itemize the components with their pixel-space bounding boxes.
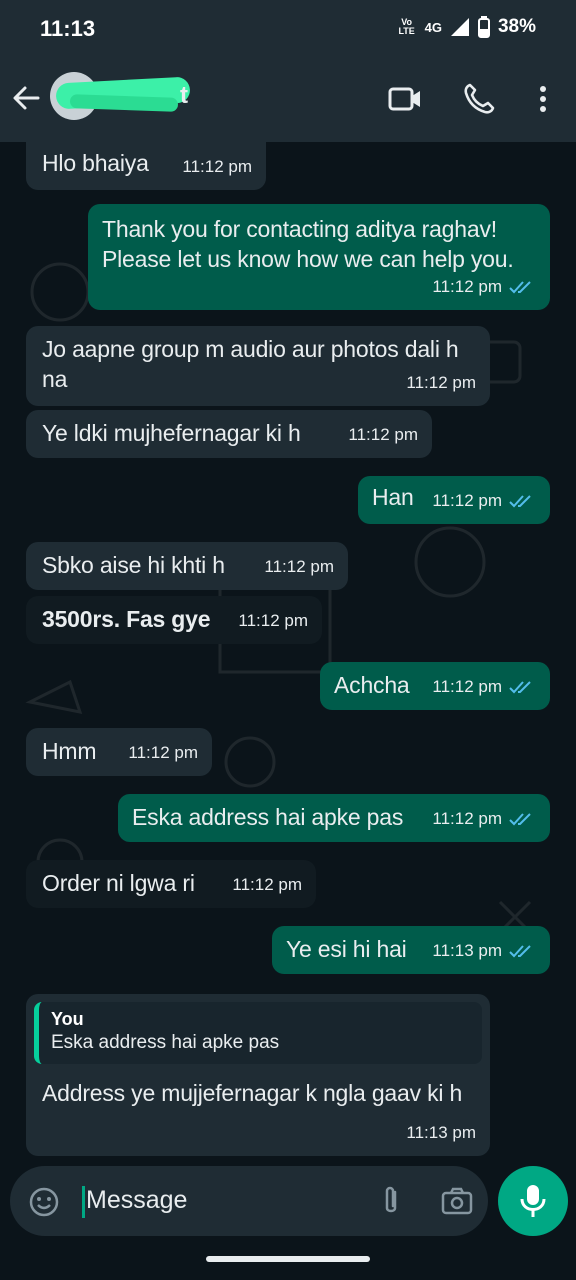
contact-name[interactable]: t (180, 82, 188, 110)
mic-icon (520, 1185, 546, 1217)
volte-indicator: Vo LTE (398, 17, 415, 36)
message-time: 11:12 pm (432, 804, 536, 834)
message-text: Address ye mujjefernagar k ngla gaav ki … (42, 1080, 463, 1106)
message-time: 11:12 pm (432, 672, 536, 702)
message-incoming[interactable]: Ye ldki mujhefernagar ki h 11:12 pm (26, 410, 432, 458)
read-receipt-icon (509, 813, 531, 826)
text-cursor (82, 1186, 85, 1218)
quoted-text: Eska address hai apke pas (51, 1032, 280, 1053)
time-label: 11:13 pm (406, 1123, 476, 1142)
time-label: 11:12 pm (432, 677, 502, 696)
read-receipt-icon (509, 281, 531, 294)
message-outgoing[interactable]: Achcha 11:12 pm (320, 662, 550, 710)
message-outgoing[interactable]: Thank you for contacting aditya raghav! … (88, 204, 550, 310)
time-label: 11:12 pm (182, 157, 252, 176)
message-time: 11:13 pm (406, 1118, 476, 1148)
message-outgoing[interactable]: Ye esi hi hai 11:13 pm (272, 926, 550, 974)
message-text: Jo aapne group m audio aur photos dali h… (42, 336, 459, 392)
message-incoming[interactable]: 3500rs. Fas gye 11:12 pm (26, 596, 322, 644)
message-incoming[interactable]: Hmm 11:12 pm (26, 728, 212, 776)
message-time: 11:12 pm (406, 368, 476, 398)
message-outgoing[interactable]: Eska address hai apke pas 11:12 pm (118, 794, 550, 842)
message-text: Han (372, 484, 414, 510)
message-list[interactable]: Hlo bhaiya 11:12 pm Thank you for contac… (0, 142, 576, 1164)
message-text: Achcha (334, 672, 410, 698)
signal-icon (450, 18, 469, 36)
reply-body: Address ye mujjefernagar k ngla gaav ki … (42, 1078, 474, 1108)
battery-level: 38% (497, 16, 536, 37)
time-label: 11:12 pm (264, 557, 334, 576)
message-input[interactable]: Message (86, 1186, 187, 1215)
message-text: Sbko aise hi khti h (42, 552, 225, 578)
time-label: 11:12 pm (238, 611, 308, 630)
voice-call-icon[interactable] (460, 80, 498, 118)
message-incoming[interactable]: Jo aapne group m audio aur photos dali h… (26, 326, 490, 406)
quoted-author: You (51, 1009, 84, 1029)
time-label: 11:12 pm (432, 277, 502, 296)
time-label: 11:12 pm (432, 809, 502, 828)
message-outgoing[interactable]: Han 11:12 pm (358, 476, 550, 524)
time-label: 11:12 pm (232, 875, 302, 894)
time-label: 11:13 pm (432, 941, 502, 960)
message-incoming-reply[interactable]: You Eska address hai apke pas Address ye… (26, 994, 490, 1156)
battery-icon (477, 16, 490, 38)
quoted-message[interactable]: You Eska address hai apke pas (34, 1002, 482, 1064)
message-composer: Message (10, 1166, 488, 1236)
message-time: 11:12 pm (232, 870, 302, 900)
time-label: 11:12 pm (348, 425, 418, 444)
time-label: 11:12 pm (406, 373, 476, 392)
message-incoming[interactable]: Sbko aise hi khti h 11:12 pm (26, 542, 348, 590)
read-receipt-icon (509, 495, 531, 508)
message-incoming[interactable]: Order ni lgwa ri 11:12 pm (26, 860, 316, 908)
gesture-home-bar[interactable] (206, 1256, 370, 1262)
time-label: 11:12 pm (432, 491, 502, 510)
status-bar: 11:13 Vo LTE 4G 38% (0, 0, 576, 58)
status-time: 11:13 (40, 16, 96, 41)
message-time: 11:12 pm (432, 486, 536, 516)
message-time: 11:13 pm (432, 936, 536, 966)
emoji-icon[interactable] (28, 1186, 60, 1218)
read-receipt-icon (509, 681, 531, 694)
network-type: 4G (424, 19, 442, 35)
status-icons: Vo LTE 4G 38% (397, 16, 536, 38)
message-text: Thank you for contacting aditya raghav! … (102, 216, 514, 272)
message-text: Hlo bhaiya (42, 150, 149, 176)
message-text: Ye ldki mujhefernagar ki h (42, 420, 301, 446)
message-time: 11:12 pm (348, 420, 418, 450)
read-receipt-icon (509, 945, 531, 958)
message-time: 11:12 pm (238, 606, 308, 636)
message-text: Eska address hai apke pas (132, 804, 404, 830)
message-text: 3500rs. Fas gye (42, 606, 211, 632)
camera-icon[interactable] (440, 1184, 474, 1218)
voice-message-button[interactable] (498, 1166, 568, 1236)
more-options-icon[interactable] (524, 80, 562, 118)
time-label: 11:12 pm (128, 743, 198, 762)
message-text: Ye esi hi hai (286, 936, 407, 962)
message-incoming[interactable]: Hlo bhaiya 11:12 pm (26, 142, 266, 190)
chat-header: t (0, 58, 576, 142)
message-time: 11:12 pm (182, 152, 252, 182)
attach-icon[interactable] (376, 1184, 406, 1218)
message-time: 11:12 pm (432, 272, 536, 302)
message-time: 11:12 pm (128, 738, 198, 768)
back-arrow-icon[interactable] (8, 80, 44, 116)
message-text: Hmm (42, 738, 97, 764)
video-call-icon[interactable] (386, 80, 424, 118)
message-text: Order ni lgwa ri (42, 870, 195, 896)
message-time: 11:12 pm (264, 552, 334, 582)
